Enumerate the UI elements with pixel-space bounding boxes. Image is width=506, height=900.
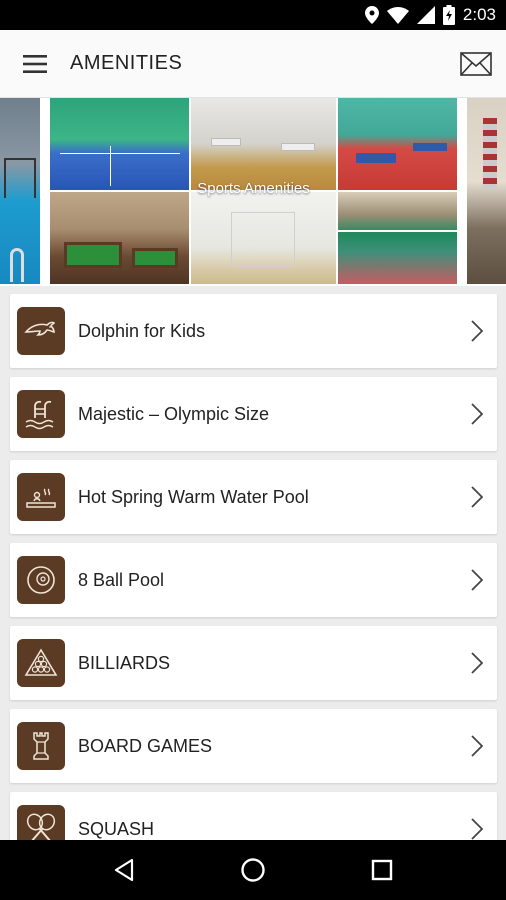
table-tennis-photo xyxy=(338,98,457,190)
carousel-slide-previous[interactable] xyxy=(0,98,40,284)
wifi-icon xyxy=(386,6,409,24)
eight-ball-icon xyxy=(17,556,65,604)
badminton-court-photo xyxy=(50,98,189,190)
signal-icon xyxy=(416,6,435,24)
library-photo xyxy=(467,98,506,284)
tennis-court-photo xyxy=(338,192,457,284)
list-item-label: BOARD GAMES xyxy=(78,735,213,756)
warm-pool-icon xyxy=(17,473,65,521)
app-bar: AMENITIES xyxy=(0,30,506,98)
amenities-list: Dolphin for Kids Majestic – Olympic Size… xyxy=(0,292,506,840)
location-icon xyxy=(364,6,379,24)
status-bar: 2:03 xyxy=(0,0,506,30)
list-item-billiards[interactable]: BILLIARDS xyxy=(10,626,497,700)
home-icon[interactable] xyxy=(223,840,283,900)
chevron-right-icon xyxy=(457,569,497,591)
cafeteria-photo xyxy=(191,98,336,190)
list-item-label: SQUASH xyxy=(78,818,155,839)
billiards-room-photo xyxy=(50,192,189,284)
list-item-majestic-olympic-size[interactable]: Majestic – Olympic Size xyxy=(10,377,497,451)
chevron-right-icon xyxy=(457,735,497,757)
list-item-dolphin-for-kids[interactable]: Dolphin for Kids xyxy=(10,294,497,368)
carousel-slide-next[interactable] xyxy=(467,98,506,284)
pool-photo xyxy=(0,98,40,284)
chevron-right-icon xyxy=(457,486,497,508)
amenities-carousel[interactable]: Sports Amenities xyxy=(0,98,506,286)
system-nav-bar xyxy=(0,840,506,900)
list-item-label: 8 Ball Pool xyxy=(78,569,165,590)
list-item-label: BILLIARDS xyxy=(78,652,171,673)
list-item-8-ball-pool[interactable]: 8 Ball Pool xyxy=(10,543,497,617)
chevron-right-icon xyxy=(457,818,497,840)
back-icon[interactable] xyxy=(94,840,154,900)
chess-rook-icon xyxy=(17,722,65,770)
hamburger-menu-icon[interactable] xyxy=(0,30,70,98)
list-item-label: Dolphin for Kids xyxy=(78,320,206,341)
dolphin-icon xyxy=(17,307,65,355)
list-item-board-games[interactable]: BOARD GAMES xyxy=(10,709,497,783)
billiard-rack-icon xyxy=(17,639,65,687)
pool-ladder-icon xyxy=(17,390,65,438)
list-item-label: Hot Spring Warm Water Pool xyxy=(78,486,309,507)
chevron-right-icon xyxy=(457,652,497,674)
list-item-hot-spring-warm-water-pool[interactable]: Hot Spring Warm Water Pool xyxy=(10,460,497,534)
page-title: AMENITIES xyxy=(70,52,183,74)
carousel-slide-current[interactable]: Sports Amenities xyxy=(50,98,457,284)
status-time: 2:03 xyxy=(462,5,496,24)
chevron-right-icon xyxy=(457,320,497,342)
list-item-label: Majestic – Olympic Size xyxy=(78,403,270,424)
recents-icon[interactable] xyxy=(352,840,412,900)
squash-rackets-icon xyxy=(17,805,65,840)
squash-court-photo xyxy=(191,192,336,284)
list-item-squash[interactable]: SQUASH xyxy=(10,792,497,840)
chevron-right-icon xyxy=(457,403,497,425)
mail-icon[interactable] xyxy=(446,30,506,98)
carousel-caption: Sports Amenities xyxy=(197,180,310,197)
battery-icon xyxy=(442,5,455,25)
